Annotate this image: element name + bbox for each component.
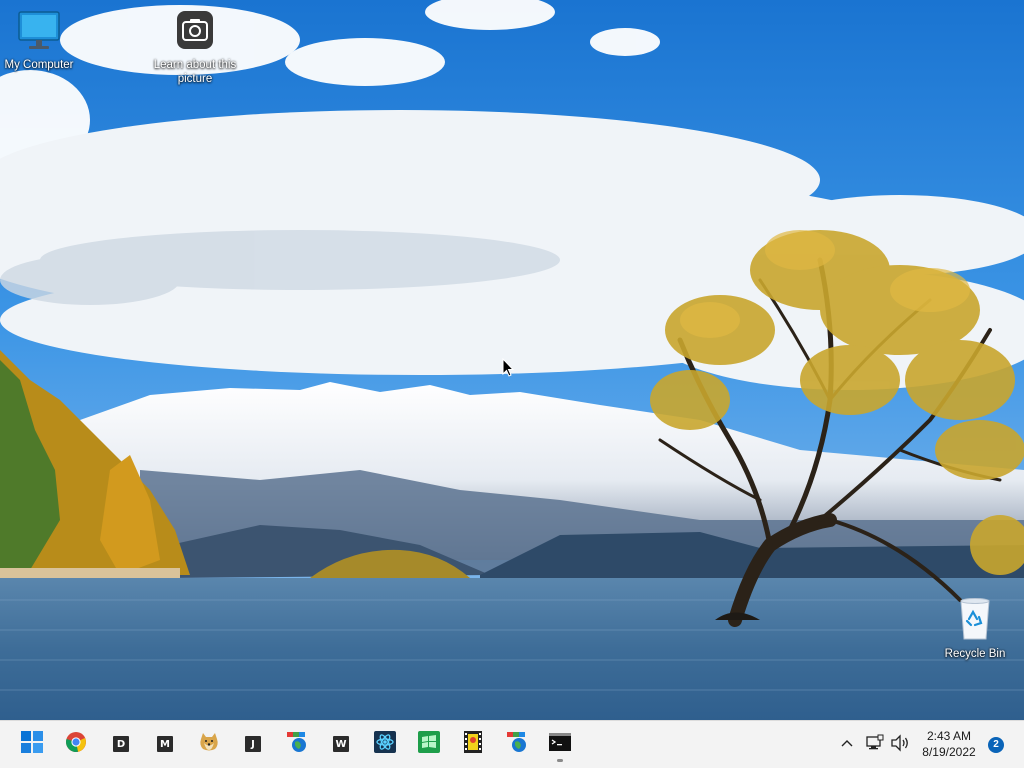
clock[interactable]: 2:43 AM 8/19/2022 xyxy=(914,728,984,760)
network-button[interactable] xyxy=(866,734,884,757)
taskbar-chrome-button[interactable] xyxy=(65,731,87,758)
film-strip-icon xyxy=(462,730,484,758)
clock-time: 2:43 AM xyxy=(926,729,972,743)
chevron-up-icon xyxy=(840,739,854,756)
network-icon xyxy=(866,734,884,756)
monitor-icon xyxy=(17,11,61,55)
my-computer-desktop-icon[interactable]: My Computer xyxy=(0,10,81,72)
learn-about-picture-desktop-icon[interactable]: Learn about this picture xyxy=(153,10,237,86)
chrome-icon xyxy=(65,731,87,758)
doge-icon xyxy=(198,731,220,758)
taskbar-globe-app-1-button[interactable] xyxy=(286,731,308,758)
mouse-cursor-icon xyxy=(502,357,515,383)
taskbar-m-button[interactable]: M xyxy=(154,733,176,755)
volume-button[interactable] xyxy=(890,734,910,757)
globe-network-icon xyxy=(506,731,528,758)
globe-network-icon xyxy=(286,731,308,758)
learn-about-picture-label: Learn about this picture xyxy=(153,59,237,85)
camera-icon xyxy=(173,11,217,55)
terminal-icon xyxy=(549,731,571,758)
taskbar-j-button[interactable]: J xyxy=(242,733,264,755)
volume-icon xyxy=(890,734,910,756)
recycle-bin-label: Recycle Bin xyxy=(944,648,1006,660)
taskbar-terminal-button[interactable] xyxy=(549,731,571,758)
start-button[interactable] xyxy=(21,730,43,758)
windows-start-icon xyxy=(21,730,43,758)
taskbar-w-button[interactable]: W xyxy=(330,733,352,755)
taskbar-atom-button[interactable] xyxy=(374,730,396,758)
taskbar-green-windows-button[interactable] xyxy=(418,730,440,758)
my-computer-label: My Computer xyxy=(4,59,74,71)
w-app-icon: W xyxy=(333,736,349,752)
taskbar-globe-app-2-button[interactable] xyxy=(506,731,528,758)
m-app-icon: M xyxy=(157,736,173,752)
taskbar-doge-button[interactable] xyxy=(198,731,220,758)
notification-badge[interactable]: 2 xyxy=(988,737,1004,753)
recycle-bin-desktop-icon[interactable]: Recycle Bin xyxy=(933,597,1017,661)
recycle-bin-icon xyxy=(953,598,997,644)
windows-flag-icon xyxy=(418,730,440,758)
taskbar-filmstrip-button[interactable] xyxy=(462,730,484,758)
clock-date: 8/19/2022 xyxy=(922,745,976,759)
running-indicator xyxy=(557,759,563,762)
atom-icon xyxy=(374,730,396,758)
d-app-icon: D xyxy=(113,736,129,752)
j-app-icon: J xyxy=(245,736,261,752)
taskbar-d-button[interactable]: D xyxy=(110,733,132,755)
show-hidden-icons-button[interactable] xyxy=(840,734,854,757)
